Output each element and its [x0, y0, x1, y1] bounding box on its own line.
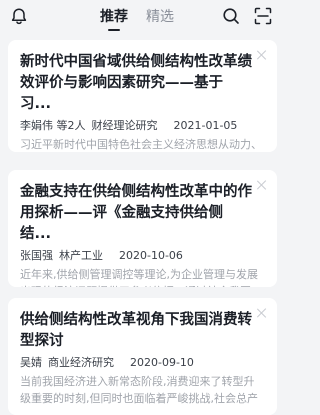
top-bar: 推荐 精选	[0, 0, 287, 34]
article-authors: 吴婧	[20, 356, 42, 369]
article-title[interactable]: 新时代中国省域供给侧结构性改革绩效评价与影响因素研究——基于习...	[20, 52, 265, 115]
article-date: 2021-01-05	[173, 119, 238, 132]
article-authors: 张国强	[20, 249, 53, 262]
article-abstract: 当前我国经济进入新常态阶段,消费迎来了转型升级重要的时刻,但同时也面临着严峻挑战…	[20, 375, 258, 405]
bell-icon[interactable]	[7, 4, 31, 28]
article-title[interactable]: 金融支持在供给侧结构性改革中的作用探析——评《金融支持供给侧结...	[20, 182, 265, 245]
article-meta: 吴婧 商业经济研究 2020-09-10	[20, 355, 265, 370]
article-card[interactable]: 金融支持在供给侧结构性改革中的作用探析——评《金融支持供给侧结... 张国强 林产…	[8, 170, 277, 287]
scan-icon[interactable]	[251, 4, 275, 28]
tab-recommend[interactable]: 推荐	[100, 7, 128, 27]
article-card[interactable]: 新时代中国省域供给侧结构性改革绩效评价与影响因素研究——基于习... 李娟伟 等…	[8, 40, 277, 152]
article-source: 商业经济研究	[48, 356, 114, 369]
article-abstract: 近年来,供给侧管理调控等理论,为企业管理与发展出现的经济问题提供了参考依据。通过…	[20, 268, 258, 287]
close-icon[interactable]	[257, 308, 267, 318]
article-meta: 李娟伟 等2人 财经理论研究 2021-01-05	[20, 118, 265, 133]
article-card[interactable]: 供给侧结构性改革视角下我国消费转型探讨 吴婧 商业经济研究 2020-09-10 当…	[8, 298, 277, 415]
app-root: 推荐 精选 新时代中国省域供给侧结构性改革绩效评价与影响因素研究——基于习...…	[0, 0, 287, 415]
close-icon[interactable]	[257, 50, 267, 60]
tab-featured[interactable]: 精选	[146, 7, 174, 27]
article-authors: 李娟伟 等2人	[20, 119, 86, 132]
article-date: 2020-09-10	[130, 356, 194, 369]
article-source: 财经理论研究	[91, 119, 158, 132]
article-date: 2020-10-06	[119, 249, 183, 262]
article-meta: 张国强 林产工业 2020-10-06	[20, 248, 265, 263]
close-icon[interactable]	[257, 180, 267, 190]
article-source: 林产工业	[59, 249, 103, 262]
search-icon[interactable]	[219, 4, 243, 28]
feed-tabs: 推荐 精选	[100, 4, 174, 30]
article-abstract: 习近平新时代中国特色社会主义经济思想从动力、内容、目的三个方面对供给侧结构性改革…	[20, 138, 262, 151]
article-title[interactable]: 供给侧结构性改革视角下我国消费转型探讨	[20, 310, 265, 352]
